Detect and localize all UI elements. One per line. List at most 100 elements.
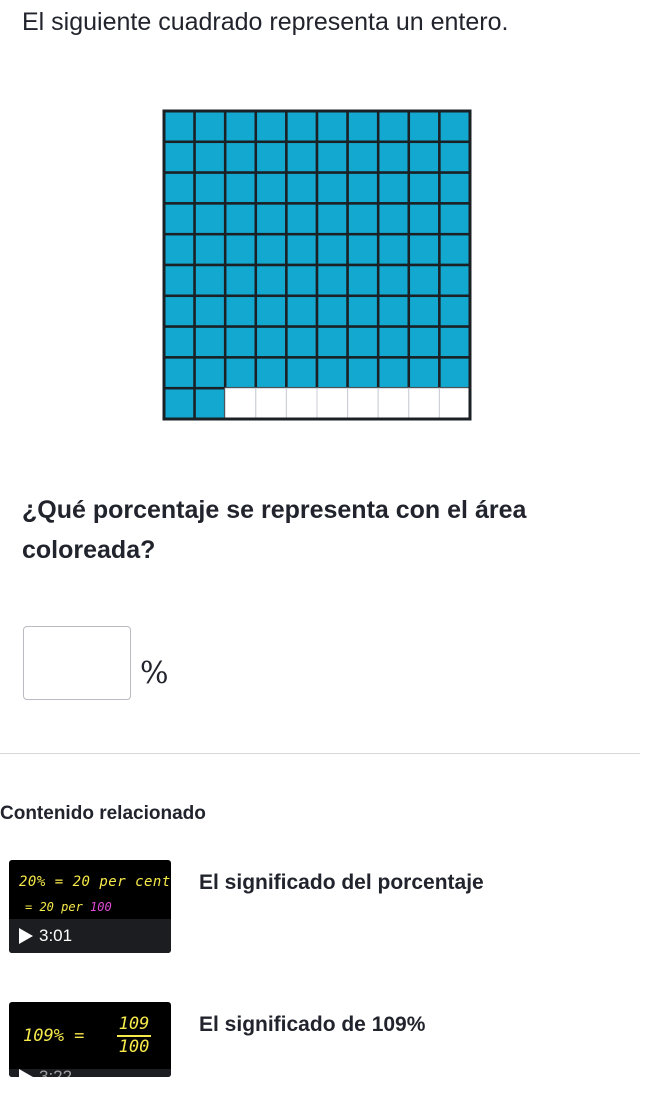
grid-cell-shaded — [254, 263, 288, 298]
grid-cell-shaded — [162, 294, 196, 328]
grid-cell-shaded — [162, 232, 196, 267]
grid-cell-shaded — [193, 171, 227, 205]
grid-cell-shaded — [407, 140, 441, 174]
percent-sign: % — [140, 656, 169, 691]
grid-cell-shaded — [223, 232, 258, 267]
video-thumbnail[interactable]: 20% = 20 per cent = 20 per 100 3:01 — [9, 860, 171, 953]
grid-cell-shaded — [162, 356, 196, 390]
grid-cell-shaded — [285, 263, 319, 298]
play-icon[interactable] — [19, 928, 33, 944]
hundred-grid-svg — [162, 109, 472, 421]
grid-cell-shaded — [346, 325, 380, 359]
thumbnail-fraction: 109 100 — [117, 1014, 151, 1057]
grid-cell-shaded — [407, 325, 441, 359]
grid-cell-shaded — [223, 202, 258, 236]
thumbnail-handwriting: 109% = — [23, 1026, 85, 1046]
grid-cell-shaded — [376, 109, 411, 144]
grid-cell-empty — [377, 387, 410, 420]
grid-cell-shaded — [438, 325, 472, 359]
grid-cell-shaded — [193, 386, 227, 421]
grid-cell-shaded — [223, 140, 258, 174]
grid-cell-shaded — [193, 325, 227, 359]
grid-cell-shaded — [193, 109, 227, 144]
grid-cell-shaded — [254, 356, 288, 390]
video-title[interactable]: El significado del porcentaje — [199, 870, 484, 896]
grid-cell-shaded — [315, 109, 349, 144]
thumbnail-handwriting: 20% = 20 per cent — [19, 874, 171, 890]
grid-cell-shaded — [346, 294, 380, 328]
grid-cell-shaded — [346, 171, 380, 205]
question-text: ¿Qué porcentaje se representa con el áre… — [22, 496, 527, 564]
video-thumbnail[interactable]: 109% = 109 100 3:22 — [9, 1002, 171, 1077]
grid-cell-shaded — [407, 171, 441, 205]
grid-cell-shaded — [254, 232, 288, 267]
thumbnail-handwriting: = 20 per 100 — [25, 900, 112, 914]
grid-cell-shaded — [285, 202, 319, 236]
grid-cell-shaded — [193, 263, 227, 298]
grid-cell-shaded — [223, 109, 258, 144]
grid-cell-shaded — [407, 356, 441, 390]
grid-cell-shaded — [438, 202, 472, 236]
hundred-grid — [162, 109, 472, 421]
grid-cell-shaded — [162, 386, 196, 421]
grid-cell-shaded — [438, 232, 472, 267]
grid-cell-shaded — [193, 140, 227, 174]
grid-cell-shaded — [438, 109, 472, 144]
answer-input-box[interactable] — [23, 626, 131, 700]
grid-cell-shaded — [346, 202, 380, 236]
grid-cell-shaded — [407, 294, 441, 328]
related-video-2[interactable]: 109% = 109 100 3:22 El significado de 10… — [9, 1002, 641, 1098]
grid-cell-shaded — [315, 140, 349, 174]
grid-cell-shaded — [285, 171, 319, 205]
grid-cell-shaded — [315, 263, 349, 298]
grid-cell-shaded — [407, 232, 441, 267]
grid-cell-shaded — [162, 325, 196, 359]
grid-cell-shaded — [376, 263, 411, 298]
grid-cell-shaded — [315, 232, 349, 267]
grid-cell-shaded — [438, 140, 472, 174]
grid-cell-shaded — [223, 263, 258, 298]
grid-cell-shaded — [254, 202, 288, 236]
video-duration: 3:22 — [39, 1067, 73, 1077]
grid-cell-shaded — [376, 356, 411, 390]
divider — [0, 753, 640, 754]
grid-cell-shaded — [376, 232, 411, 267]
grid-cell-shaded — [438, 294, 472, 328]
video-title[interactable]: El significado de 109% — [199, 1012, 425, 1038]
grid-cell-shaded — [407, 109, 441, 144]
grid-cell-shaded — [254, 171, 288, 205]
grid-cell-shaded — [376, 202, 411, 236]
grid-cell-shaded — [223, 356, 258, 390]
grid-cell-shaded — [254, 294, 288, 328]
grid-cell-shaded — [315, 294, 349, 328]
grid-cell-shaded — [193, 294, 227, 328]
grid-cell-shaded — [346, 356, 380, 390]
related-content-heading: Contenido relacionado — [0, 803, 206, 824]
grid-cell-shaded — [162, 202, 196, 236]
grid-cell-shaded — [346, 232, 380, 267]
grid-cell-shaded — [162, 263, 196, 298]
grid-cell-shaded — [315, 325, 349, 359]
grid-cell-shaded — [315, 356, 349, 390]
grid-cell-empty — [408, 387, 440, 420]
grid-cell-shaded — [438, 356, 472, 390]
grid-cell-shaded — [315, 171, 349, 205]
grid-cell-shaded — [285, 356, 319, 390]
grid-cell-shaded — [223, 325, 258, 359]
grid-cell-shaded — [376, 140, 411, 174]
grid-cell-shaded — [193, 202, 227, 236]
grid-cell-shaded — [407, 202, 441, 236]
play-icon[interactable] — [19, 1069, 33, 1077]
grid-cell-shaded — [285, 232, 319, 267]
grid-cell-empty — [347, 387, 379, 420]
answer-input[interactable] — [24, 627, 130, 699]
grid-cell-shaded — [315, 202, 349, 236]
grid-cell-shaded — [223, 294, 258, 328]
grid-cell-shaded — [346, 263, 380, 298]
grid-cell-shaded — [162, 140, 196, 174]
grid-cell-shaded — [438, 263, 472, 298]
duration-bar — [9, 919, 171, 953]
grid-cell-shaded — [285, 294, 319, 328]
grid-cell-shaded — [285, 109, 319, 144]
related-video-1[interactable]: 20% = 20 per cent = 20 per 100 3:01 El s… — [9, 860, 641, 956]
